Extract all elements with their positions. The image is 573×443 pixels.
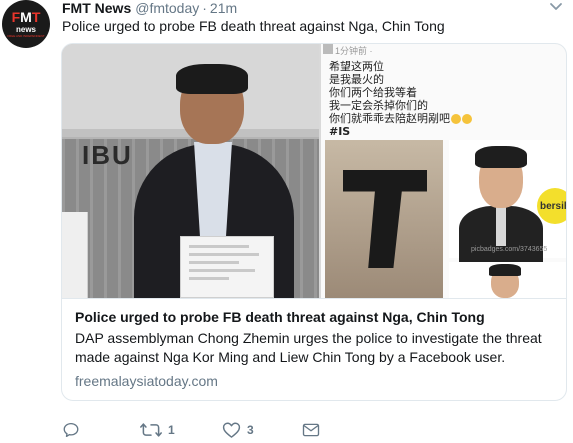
chevron-down-icon[interactable] bbox=[549, 2, 563, 12]
heart-icon bbox=[222, 422, 241, 438]
smile-emoji-icon bbox=[462, 114, 472, 124]
tweet-text: Police urged to probe FB death threat ag… bbox=[62, 18, 445, 34]
tweet-actions: 1 3 bbox=[62, 420, 342, 442]
card-photo-press: IBU bbox=[62, 44, 319, 298]
portrait-hair bbox=[489, 264, 521, 276]
direct-message-button[interactable] bbox=[302, 420, 320, 440]
gun-photo bbox=[325, 140, 443, 298]
pistol-icon bbox=[343, 170, 427, 268]
portrait-hair bbox=[475, 146, 527, 168]
chinese-text: 你们就乖乖去陪赵明剐吧 bbox=[329, 112, 450, 125]
logo-tagline: FREE AND INDEPENDENT bbox=[7, 34, 45, 38]
author-handle[interactable]: @fmtoday bbox=[135, 0, 199, 16]
second-portrait-photo bbox=[449, 262, 566, 298]
separator-dot: · bbox=[202, 0, 207, 16]
side-printout bbox=[62, 212, 88, 298]
author-name[interactable]: FMT News bbox=[62, 0, 131, 16]
bersih-logo: bersih bbox=[537, 188, 566, 224]
reply-icon bbox=[63, 422, 79, 438]
logo-letter-f: F bbox=[11, 9, 21, 25]
logo-news-text: news bbox=[15, 25, 36, 34]
chinese-text-line: 是我最火的 bbox=[329, 73, 384, 86]
reply-button[interactable] bbox=[62, 420, 86, 440]
building-sign: IBU bbox=[82, 140, 133, 170]
tweet-header: FMT News @fmtoday · 21m bbox=[62, 0, 237, 16]
card-description: DAP assemblyman Chong Zhemin urges the p… bbox=[75, 330, 542, 365]
logo-letter-m: M bbox=[20, 9, 32, 25]
portrait-photo: bersih bbox=[449, 140, 566, 262]
chinese-text-line: 你们两个给我等着 bbox=[329, 86, 417, 99]
card-text-section[interactable]: Police urged to probe FB death threat ag… bbox=[62, 298, 566, 400]
retweet-icon bbox=[140, 423, 162, 437]
card-domain: freemalaysiatoday.com bbox=[75, 373, 218, 389]
logo-letter-t: T bbox=[31, 9, 41, 25]
like-button[interactable]: 3 bbox=[222, 420, 254, 440]
retweet-count: 1 bbox=[168, 423, 175, 437]
like-count: 3 bbox=[247, 423, 254, 437]
link-card[interactable]: IBU 1分钟前 · 希望这两位 是我最火的 你们两个给我等着 我一定会杀掉你们… bbox=[61, 43, 567, 401]
card-photo-screenshot: 1分钟前 · 希望这两位 是我最火的 你们两个给我等着 我一定会杀掉你们的 你们… bbox=[321, 44, 566, 298]
man-hair bbox=[176, 64, 248, 94]
chinese-text-line: 希望这两位 bbox=[329, 60, 384, 73]
fb-avatar bbox=[323, 44, 333, 54]
smile-emoji-icon bbox=[451, 114, 461, 124]
chinese-text-line-with-emoji: 你们就乖乖去陪赵明剐吧 bbox=[329, 112, 472, 125]
envelope-icon bbox=[302, 423, 320, 437]
image-watermark: picbadges.com/3743655 bbox=[471, 246, 548, 253]
fb-post-time: 1分钟前 · bbox=[335, 46, 373, 56]
retweet-button[interactable]: 1 bbox=[140, 420, 175, 440]
hashtag-text: #IS bbox=[329, 125, 351, 138]
held-printout bbox=[180, 236, 274, 298]
portrait-tie bbox=[496, 206, 506, 246]
card-title: Police urged to probe FB death threat ag… bbox=[75, 309, 485, 325]
card-image[interactable]: IBU 1分钟前 · 希望这两位 是我最火的 你们两个给我等着 我一定会杀掉你们… bbox=[62, 44, 566, 298]
avatar[interactable]: FMT news FREE AND INDEPENDENT bbox=[2, 0, 50, 48]
chinese-text-line: 我一定会杀掉你们的 bbox=[329, 99, 428, 112]
fmt-logo: FMT bbox=[12, 10, 41, 24]
tweet-timestamp[interactable]: 21m bbox=[210, 0, 237, 16]
